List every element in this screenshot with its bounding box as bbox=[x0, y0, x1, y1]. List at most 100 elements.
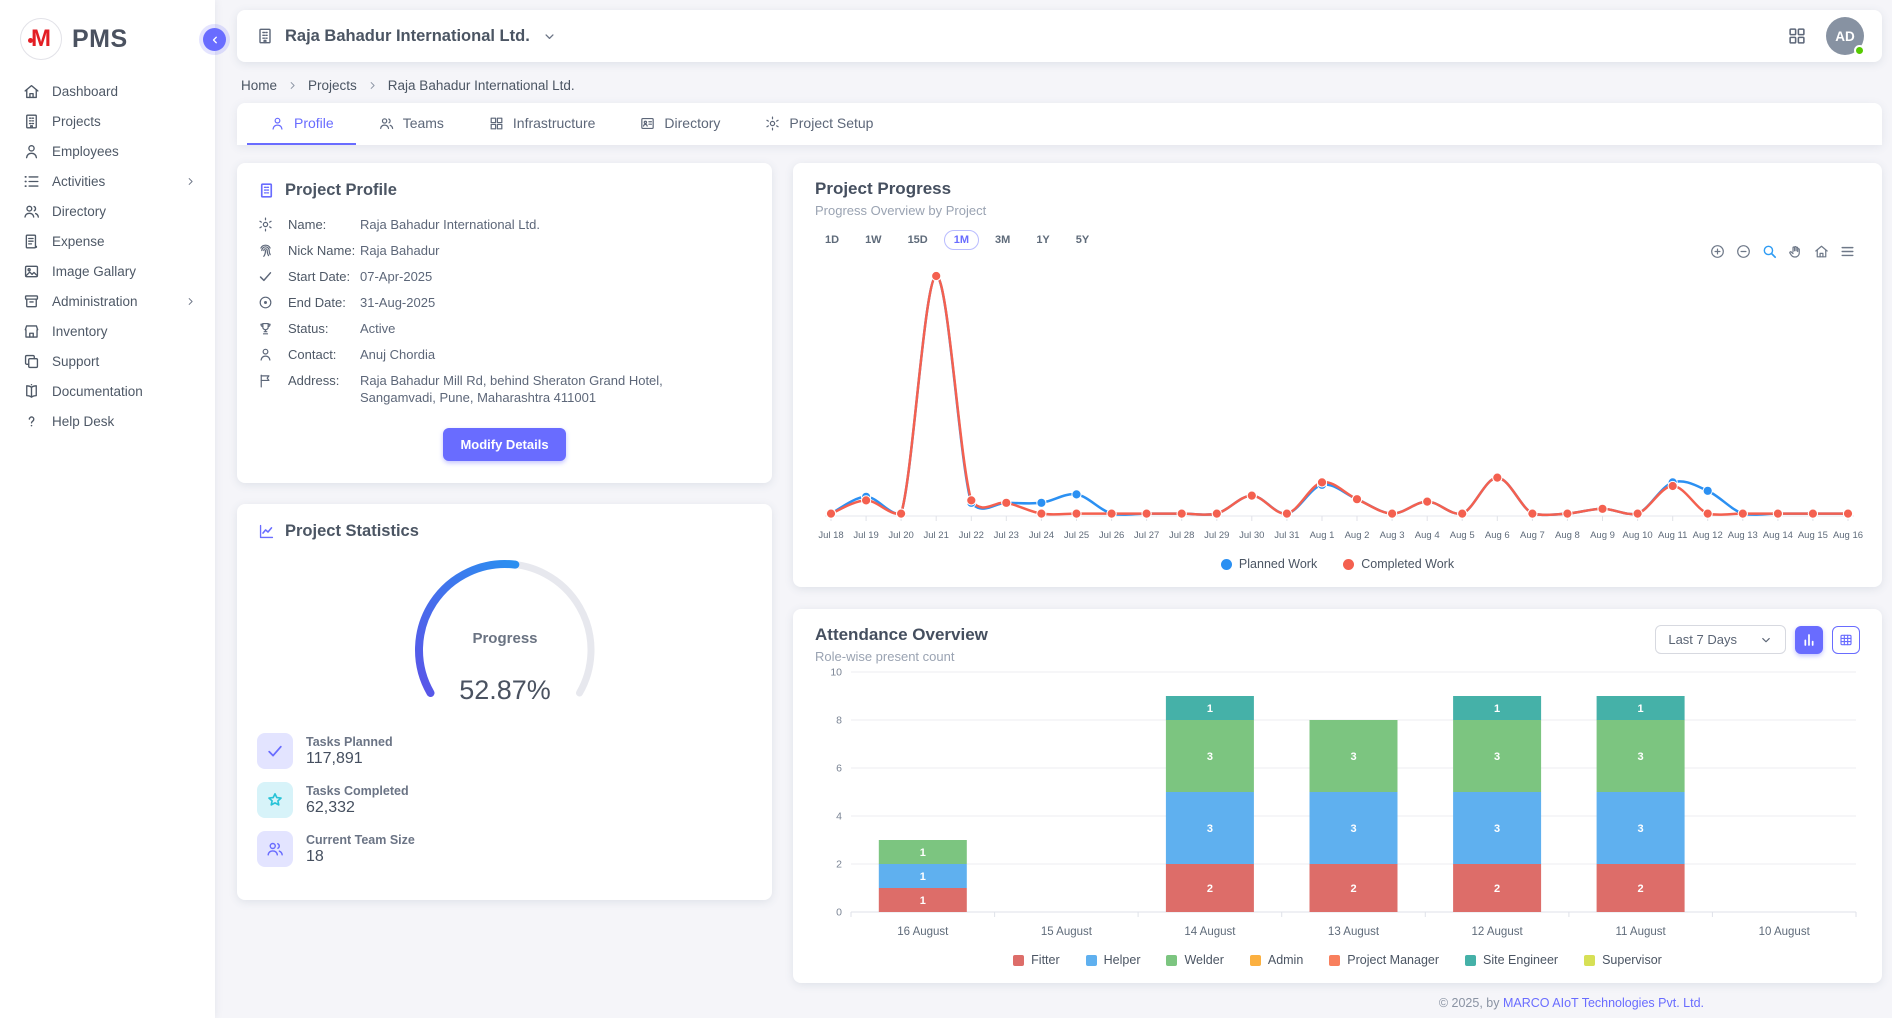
legend-item[interactable]: Planned Work bbox=[1221, 557, 1317, 571]
svg-text:Aug 12: Aug 12 bbox=[1693, 530, 1723, 541]
star-icon bbox=[265, 790, 285, 810]
tab[interactable]: Teams bbox=[356, 103, 466, 145]
tab[interactable]: Project Setup bbox=[742, 103, 895, 145]
svg-text:1: 1 bbox=[1638, 703, 1644, 715]
sidebar-item[interactable]: Projects bbox=[10, 108, 205, 134]
people-icon bbox=[265, 839, 285, 859]
magnifier-icon[interactable] bbox=[1761, 243, 1778, 260]
legend-label: Fitter bbox=[1031, 953, 1059, 967]
stat-label: Tasks Completed bbox=[306, 784, 409, 798]
line-legend: Planned Work Completed Work bbox=[815, 557, 1860, 575]
tab[interactable]: Infrastructure bbox=[466, 103, 617, 145]
svg-text:Progress: Progress bbox=[472, 630, 537, 647]
sidebar-nav: Dashboard Projects Employees Activities … bbox=[0, 78, 215, 434]
breadcrumb-item[interactable]: Projects bbox=[308, 78, 379, 93]
sidebar-item[interactable]: Inventory bbox=[10, 318, 205, 344]
svg-text:Aug 6: Aug 6 bbox=[1485, 530, 1510, 541]
legend-item[interactable]: Admin bbox=[1250, 953, 1303, 967]
svg-text:Aug 4: Aug 4 bbox=[1415, 530, 1440, 541]
user-avatar[interactable]: AD bbox=[1826, 17, 1864, 55]
table-view-toggle[interactable] bbox=[1832, 626, 1860, 654]
sidebar-item[interactable]: Directory bbox=[10, 198, 205, 224]
range-button[interactable]: 5Y bbox=[1066, 230, 1099, 250]
period-dropdown-value: Last 7 Days bbox=[1668, 632, 1737, 647]
sidebar-item[interactable]: Dashboard bbox=[10, 78, 205, 104]
fingerprint-icon bbox=[257, 242, 274, 259]
range-button[interactable]: 1W bbox=[855, 230, 892, 250]
chart-view-toggle[interactable] bbox=[1795, 626, 1823, 654]
tab-label: Profile bbox=[294, 115, 334, 131]
svg-text:1: 1 bbox=[920, 847, 926, 859]
sidebar-item-label: Activities bbox=[52, 174, 105, 189]
archive-icon bbox=[22, 292, 41, 311]
sidebar-item[interactable]: Activities bbox=[10, 168, 205, 194]
svg-text:3: 3 bbox=[1350, 751, 1356, 763]
legend-item[interactable]: Completed Work bbox=[1343, 557, 1454, 571]
progress-line-chart: Jul 18Jul 19Jul 20Jul 21Jul 22Jul 23Jul … bbox=[815, 250, 1864, 550]
check-icon bbox=[257, 268, 274, 285]
legend-item[interactable]: Welder bbox=[1166, 953, 1223, 967]
company-selector[interactable]: Raja Bahadur International Ltd. bbox=[255, 26, 557, 46]
modify-details-button[interactable]: Modify Details bbox=[443, 428, 565, 461]
sidebar-item-label: Help Desk bbox=[52, 414, 114, 429]
profile-field-row: End Date: 31-Aug-2025 bbox=[257, 294, 752, 311]
breadcrumb-item[interactable]: Raja Bahadur International Ltd. bbox=[388, 78, 575, 93]
sidebar-item[interactable]: Documentation bbox=[10, 378, 205, 404]
tab[interactable]: Directory bbox=[617, 103, 742, 145]
sidebar-item[interactable]: Employees bbox=[10, 138, 205, 164]
range-button[interactable]: 1M bbox=[944, 230, 979, 250]
sidebar-item[interactable]: Image Gallary bbox=[10, 258, 205, 284]
person-icon bbox=[269, 115, 286, 132]
svg-text:Jul 28: Jul 28 bbox=[1169, 530, 1194, 541]
stat-item: Current Team Size 18 bbox=[257, 831, 752, 867]
sidebar-item[interactable]: Help Desk bbox=[10, 408, 205, 434]
sidebar-collapse-button[interactable] bbox=[203, 28, 226, 51]
building-icon bbox=[257, 181, 276, 200]
tab[interactable]: Profile bbox=[247, 103, 356, 145]
home-icon[interactable] bbox=[1813, 243, 1830, 260]
footer-company-link[interactable]: MARCO AIoT Technologies Pvt. Ltd. bbox=[1503, 996, 1704, 1010]
chevron-right-icon bbox=[184, 295, 197, 308]
svg-text:2: 2 bbox=[1638, 883, 1644, 895]
legend-item[interactable]: Site Engineer bbox=[1465, 953, 1558, 967]
plus-circle-icon[interactable] bbox=[1709, 243, 1726, 260]
sidebar-item[interactable]: Expense bbox=[10, 228, 205, 254]
legend-item[interactable]: Project Manager bbox=[1329, 953, 1439, 967]
profile-fields: Name: Raja Bahadur International Ltd. Ni… bbox=[257, 216, 752, 406]
project-statistics-card: Project Statistics Progress 52.87% bbox=[237, 504, 772, 900]
profile-field-row: Address: Raja Bahadur Mill Rd, behind Sh… bbox=[257, 372, 752, 406]
legend-item[interactable]: Helper bbox=[1086, 953, 1141, 967]
minus-circle-icon[interactable] bbox=[1735, 243, 1752, 260]
apps-grid-icon[interactable] bbox=[1786, 25, 1808, 47]
range-button[interactable]: 3M bbox=[985, 230, 1020, 250]
sidebar-item[interactable]: Administration bbox=[10, 288, 205, 314]
svg-text:Jul 20: Jul 20 bbox=[888, 530, 913, 541]
svg-text:Aug 15: Aug 15 bbox=[1798, 530, 1828, 541]
svg-text:6: 6 bbox=[836, 763, 842, 775]
svg-text:3: 3 bbox=[1494, 823, 1500, 835]
svg-text:Jul 27: Jul 27 bbox=[1134, 530, 1159, 541]
app-logo[interactable]: M PMS bbox=[0, 0, 215, 74]
period-dropdown[interactable]: Last 7 Days bbox=[1655, 625, 1786, 654]
svg-text:Aug 3: Aug 3 bbox=[1380, 530, 1405, 541]
tab-label: Infrastructure bbox=[513, 115, 595, 131]
svg-text:Aug 16: Aug 16 bbox=[1833, 530, 1863, 541]
range-button[interactable]: 15D bbox=[898, 230, 938, 250]
range-button[interactable]: 1D bbox=[815, 230, 849, 250]
chevron-down-icon bbox=[542, 29, 557, 44]
range-button[interactable]: 1Y bbox=[1026, 230, 1059, 250]
sidebar-item[interactable]: Support bbox=[10, 348, 205, 374]
svg-text:13 August: 13 August bbox=[1328, 926, 1380, 938]
legend-item[interactable]: Supervisor bbox=[1584, 953, 1662, 967]
svg-text:Jul 19: Jul 19 bbox=[853, 530, 878, 541]
tab-label: Directory bbox=[664, 115, 720, 131]
legend-item[interactable]: Fitter bbox=[1013, 953, 1059, 967]
breadcrumb-item[interactable]: Home bbox=[241, 78, 299, 93]
svg-text:0: 0 bbox=[836, 907, 842, 919]
hand-icon[interactable] bbox=[1787, 243, 1804, 260]
svg-text:Jul 31: Jul 31 bbox=[1274, 530, 1299, 541]
sidebar-item-label: Dashboard bbox=[52, 84, 118, 99]
menu-icon[interactable] bbox=[1839, 243, 1856, 260]
stat-value: 18 bbox=[306, 848, 415, 866]
attendance-bar-chart: 024681011116 August15 August233114 Augus… bbox=[815, 664, 1864, 946]
